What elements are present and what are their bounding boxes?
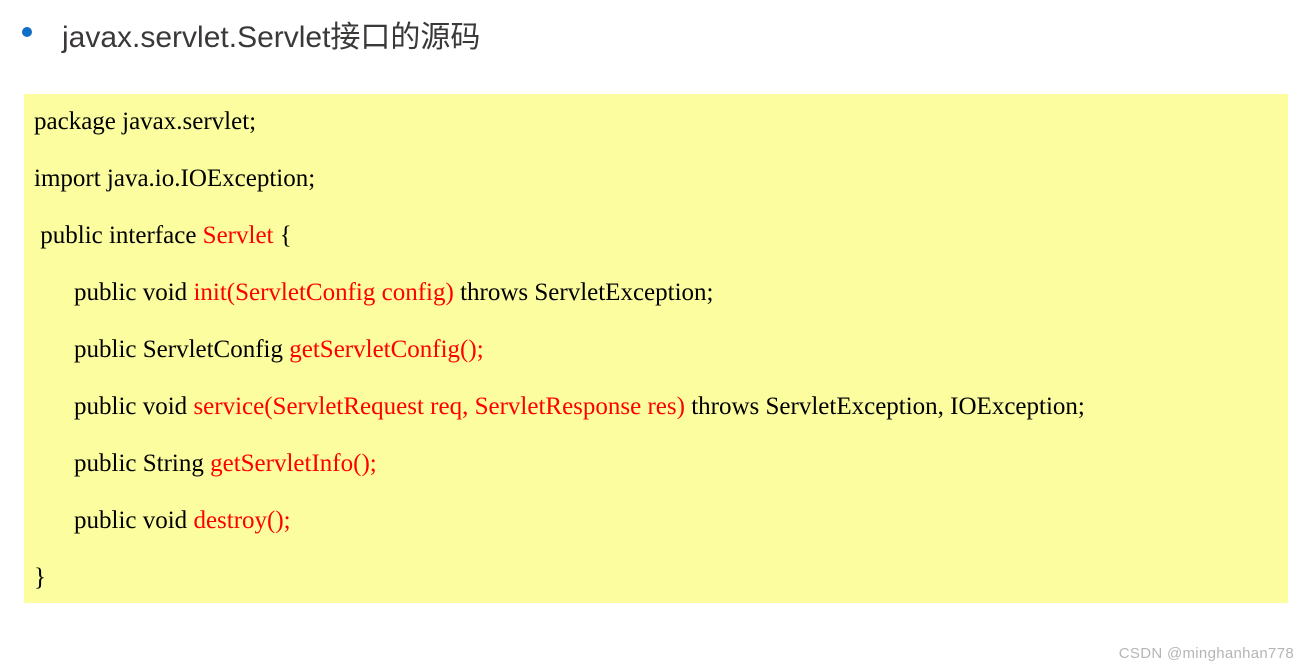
- code-text: throws ServletException;: [454, 279, 714, 306]
- code-text: public String: [74, 450, 210, 477]
- code-line-init: public void init(ServletConfig config) t…: [34, 275, 1278, 310]
- code-method: init(ServletConfig config): [193, 279, 453, 306]
- code-line-interface: public interface Servlet {: [34, 218, 1278, 253]
- code-text: public ServletConfig: [74, 336, 289, 363]
- code-line-import: import java.io.IOException;: [34, 161, 1278, 196]
- code-classname: Servlet: [203, 222, 274, 249]
- code-text: public void: [74, 279, 193, 306]
- code-method: getServletInfo();: [210, 450, 377, 477]
- watermark: CSDN @minghanhan778: [1119, 645, 1294, 662]
- code-method: destroy();: [193, 507, 290, 534]
- code-line-getconfig: public ServletConfig getServletConfig();: [34, 332, 1278, 367]
- code-text: public void: [74, 507, 193, 534]
- code-line-close: }: [34, 560, 1278, 595]
- code-line-getinfo: public String getServletInfo();: [34, 446, 1278, 481]
- code-text: public interface: [34, 222, 203, 249]
- code-text: {: [274, 222, 292, 249]
- code-method: getServletConfig();: [289, 336, 483, 363]
- heading-row: javax.servlet.Servlet接口的源码: [0, 0, 1312, 56]
- code-method: service(ServletRequest req, ServletRespo…: [193, 393, 685, 420]
- bullet-icon: [22, 27, 32, 37]
- heading-text: javax.servlet.Servlet接口的源码: [62, 12, 480, 56]
- code-line-service: public void service(ServletRequest req, …: [34, 389, 1278, 424]
- code-text: public void: [74, 393, 193, 420]
- code-block: package javax.servlet; import java.io.IO…: [24, 94, 1288, 603]
- code-line-destroy: public void destroy();: [34, 503, 1278, 538]
- code-line-package: package javax.servlet;: [34, 104, 1278, 139]
- code-text: throws ServletException, IOException;: [685, 393, 1085, 420]
